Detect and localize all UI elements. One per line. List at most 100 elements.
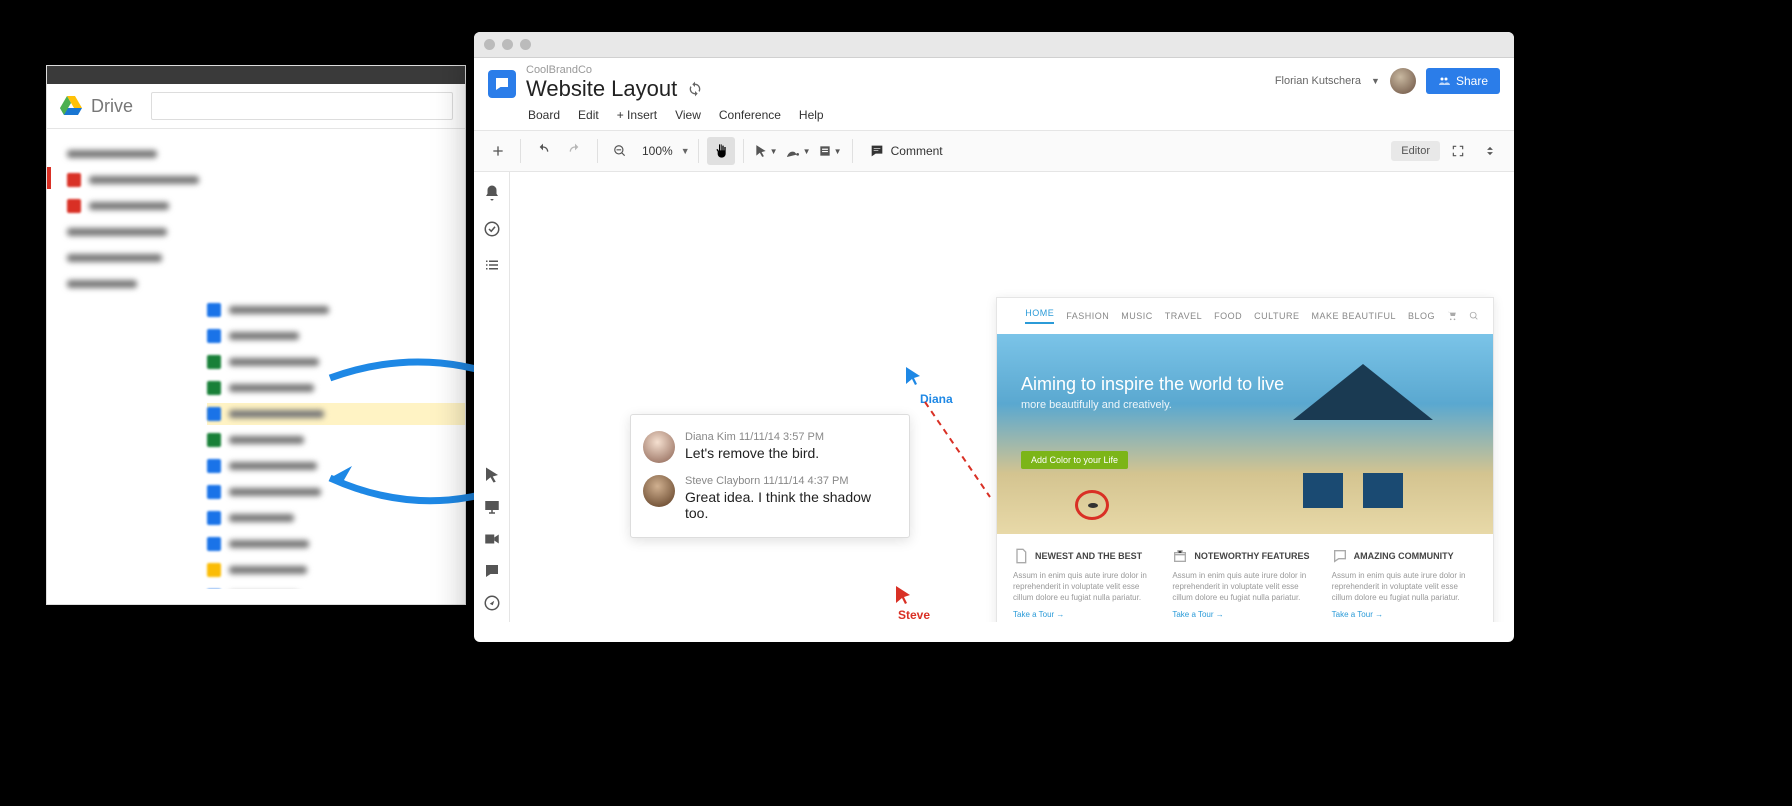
comment-time: 11/11/14 4:37 PM (763, 475, 848, 487)
card-title: AMAZING COMMUNITY (1354, 551, 1454, 561)
comment-thread[interactable]: Diana Kim 11/11/14 3:57 PM Let's remove … (630, 414, 910, 538)
drive-header: Drive (47, 84, 465, 129)
drive-window: Drive (46, 65, 466, 605)
comment-body: Let's remove the bird. (685, 445, 824, 461)
card-title: NEWEST AND THE BEST (1035, 551, 1142, 561)
add-button[interactable] (484, 137, 512, 165)
document-icon (1013, 548, 1029, 564)
cart-icon[interactable] (1447, 311, 1457, 321)
zoom-out-button[interactable] (606, 137, 634, 165)
minimize-dot-icon[interactable] (502, 39, 513, 50)
people-icon (1438, 75, 1450, 87)
drive-file-list (47, 129, 465, 589)
hero-title: Aiming to inspire the world to live (1021, 374, 1469, 395)
card-link[interactable]: Take a Tour → (1332, 610, 1383, 619)
user-caret-icon[interactable]: ▼ (1371, 76, 1380, 86)
menu-insert[interactable]: + Insert (617, 108, 657, 122)
menubar: Board Edit + Insert View Conference Help (474, 102, 1514, 131)
card-body: Assum in enim quis aute irure dolor in r… (1332, 570, 1477, 604)
app-window: CoolBrandCo Website Layout Florian Kutsc… (474, 32, 1514, 642)
toolbar: 100% ▼ ▼ ▼ ▼ Comment Editor (474, 131, 1514, 172)
diana-arrow-line (920, 397, 1000, 507)
list-icon[interactable] (483, 256, 501, 274)
chat-icon[interactable] (483, 562, 501, 580)
nav-make-beautiful[interactable]: MAKE BEAUTIFUL (1311, 311, 1396, 321)
comment-button[interactable]: Comment (861, 139, 951, 163)
username-label[interactable]: Florian Kutschera (1275, 75, 1361, 87)
draw-tool-button[interactable]: ▼ (784, 137, 812, 165)
annotation-circle (1075, 490, 1109, 520)
app-logo-icon (488, 70, 516, 98)
card-title: NOTEWORTHY FEATURES (1194, 551, 1309, 561)
share-button[interactable]: Share (1426, 68, 1500, 94)
bell-icon[interactable] (483, 184, 501, 202)
speech-icon (1332, 548, 1348, 564)
document-title[interactable]: Website Layout (526, 76, 677, 102)
nav-blog[interactable]: BLOG (1408, 311, 1435, 321)
video-icon[interactable] (483, 530, 501, 548)
comment-body: Great idea. I think the shadow too. (685, 489, 897, 521)
menu-view[interactable]: View (675, 108, 701, 122)
box-icon (1172, 548, 1188, 564)
comment-icon (869, 143, 885, 159)
menu-conference[interactable]: Conference (719, 108, 781, 122)
mock-nav: HOME FASHION MUSIC TRAVEL FOOD CULTURE M… (997, 298, 1493, 334)
nav-culture[interactable]: CULTURE (1254, 311, 1299, 321)
zoom-level[interactable]: 100% (638, 144, 677, 158)
nav-food[interactable]: FOOD (1214, 311, 1242, 321)
card-body: Assum in enim quis aute irure dolor in r… (1013, 570, 1158, 604)
search-icon[interactable] (1469, 311, 1479, 321)
nav-music[interactable]: MUSIC (1121, 311, 1153, 321)
fullscreen-button[interactable] (1444, 137, 1472, 165)
comment-item: Diana Kim 11/11/14 3:57 PM Let's remove … (643, 425, 897, 469)
comment-label: Comment (891, 144, 943, 158)
undo-button[interactable] (529, 137, 557, 165)
cards-row: NEWEST AND THE BEST Assum in enim quis a… (997, 534, 1493, 622)
avatar (643, 431, 675, 463)
feature-card: NOTEWORTHY FEATURES Assum in enim quis a… (1172, 548, 1317, 622)
menu-edit[interactable]: Edit (578, 108, 599, 122)
menu-board[interactable]: Board (528, 108, 560, 122)
mode-indicator[interactable]: Editor (1391, 141, 1440, 161)
steve-cursor-icon (896, 586, 914, 604)
website-mockup[interactable]: HOME FASHION MUSIC TRAVEL FOOD CULTURE M… (996, 297, 1494, 622)
redo-button[interactable] (561, 137, 589, 165)
feature-card: NEWEST AND THE BEST Assum in enim quis a… (1013, 548, 1158, 622)
presentation-icon[interactable] (483, 498, 501, 516)
select-tool-button[interactable]: ▼ (752, 137, 780, 165)
google-drive-icon (59, 94, 83, 118)
breadcrumb[interactable]: CoolBrandCo (526, 64, 1275, 76)
note-tool-button[interactable]: ▼ (816, 137, 844, 165)
check-circle-icon[interactable] (483, 220, 501, 238)
chair-graphic (1303, 473, 1343, 508)
left-rail (474, 172, 510, 622)
nav-fashion[interactable]: FASHION (1066, 311, 1109, 321)
compass-icon[interactable] (483, 594, 501, 612)
user-avatar[interactable] (1390, 68, 1416, 94)
card-link[interactable]: Take a Tour → (1172, 610, 1223, 619)
canvas[interactable]: Diana Steve Diana Kim 11/11/14 3:57 PM L… (510, 172, 1514, 622)
close-dot-icon[interactable] (484, 39, 495, 50)
share-label: Share (1456, 74, 1488, 88)
cursor-rail-icon[interactable] (483, 466, 501, 484)
comment-author: Steve Clayborn (685, 475, 760, 487)
nav-travel[interactable]: TRAVEL (1165, 311, 1202, 321)
comment-item: Steve Clayborn 11/11/14 4:37 PM Great id… (643, 469, 897, 527)
drive-search-input[interactable] (151, 92, 453, 120)
mac-titlebar (474, 32, 1514, 58)
menu-help[interactable]: Help (799, 108, 824, 122)
diana-cursor-icon (906, 367, 924, 385)
maximize-dot-icon[interactable] (520, 39, 531, 50)
drive-titlebar (47, 66, 465, 84)
avatar (643, 475, 675, 507)
nav-home[interactable]: HOME (1025, 308, 1054, 324)
hero-section: Aiming to inspire the world to live more… (997, 334, 1493, 534)
steve-cursor-label: Steve (898, 608, 930, 622)
hero-cta[interactable]: Add Color to your Life (1021, 451, 1128, 469)
pan-tool-button[interactable] (707, 137, 735, 165)
comment-author: Diana Kim (685, 431, 736, 443)
collapse-button[interactable] (1476, 137, 1504, 165)
card-body: Assum in enim quis aute irure dolor in r… (1172, 570, 1317, 604)
card-link[interactable]: Take a Tour → (1013, 610, 1064, 619)
sync-status-icon (687, 81, 703, 97)
